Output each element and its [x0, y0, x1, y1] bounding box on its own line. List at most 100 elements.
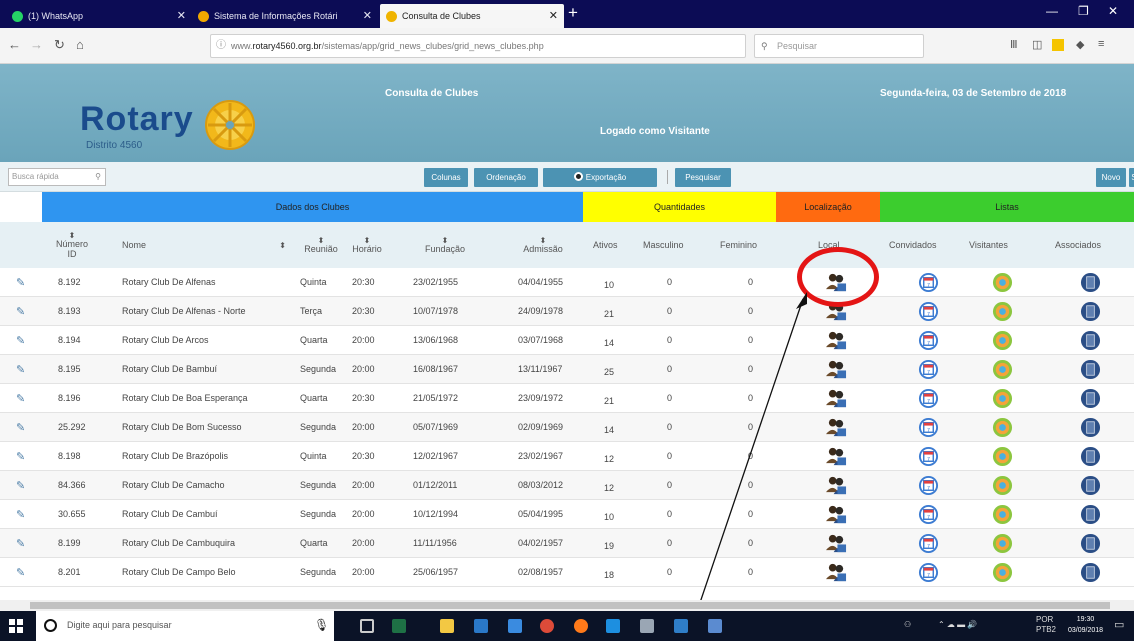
edit-icon[interactable]: ✎: [16, 305, 25, 318]
members-icon[interactable]: [1080, 388, 1101, 409]
col-number[interactable]: ⬍ Número ID: [52, 222, 92, 268]
forward-icon[interactable]: →: [30, 37, 43, 52]
photos-icon[interactable]: [508, 619, 522, 633]
location-icon[interactable]: [826, 417, 847, 438]
edit-icon[interactable]: ✎: [16, 450, 25, 463]
members-icon[interactable]: [1080, 272, 1101, 293]
table-row[interactable]: ✎ 8.194 Rotary Club De Arcos Quarta 20:00 13/…: [0, 326, 1134, 355]
edit-icon[interactable]: ✎: [16, 566, 25, 579]
tab-consulta-de-clubes[interactable]: Consulta de Clubes ✕: [380, 4, 564, 28]
excel-icon[interactable]: [392, 619, 406, 633]
members-icon[interactable]: [1080, 504, 1101, 525]
taskbar-search-input[interactable]: Digite aqui para pesquisar 🎙: [36, 611, 334, 641]
taskbar-clock[interactable]: 19:30 03/09/2018: [1068, 614, 1103, 636]
location-icon[interactable]: [826, 562, 847, 583]
location-icon[interactable]: [826, 388, 847, 409]
table-row[interactable]: ✎ 84.366 Rotary Club De Camacho Segunda 20:0…: [0, 471, 1134, 500]
horizontal-scrollbar[interactable]: [0, 600, 1134, 611]
col-time[interactable]: ⬍ Horário: [350, 222, 384, 268]
guests-calendar-icon[interactable]: 7: [918, 417, 939, 438]
edit-icon[interactable]: ✎: [16, 276, 25, 289]
table-row[interactable]: ✎ 25.292 Rotary Club De Bom Sucesso Segunda…: [0, 413, 1134, 442]
visitors-icon[interactable]: [992, 504, 1013, 525]
table-row[interactable]: ✎ 8.193 Rotary Club De Alfenas - Norte Terç…: [0, 297, 1134, 326]
edit-icon[interactable]: ✎: [16, 421, 25, 434]
edit-icon[interactable]: ✎: [16, 363, 25, 376]
reload-icon[interactable]: ↻: [54, 37, 65, 53]
table-row[interactable]: ✎ 30.655 Rotary Club De Cambuí Segunda 20:00…: [0, 500, 1134, 529]
pocket-icon[interactable]: ◆: [1076, 38, 1084, 51]
location-icon[interactable]: [826, 504, 847, 525]
menu-icon[interactable]: ≡: [1098, 38, 1104, 50]
close-icon[interactable]: ✕: [549, 9, 558, 22]
edit-icon[interactable]: ✎: [16, 537, 25, 550]
location-icon[interactable]: [826, 533, 847, 554]
visitors-icon[interactable]: [992, 446, 1013, 467]
home-icon[interactable]: ⌂: [76, 37, 84, 52]
edit-icon[interactable]: ✎: [16, 334, 25, 347]
chrome-icon[interactable]: [540, 619, 554, 633]
back-icon[interactable]: ←: [8, 37, 21, 52]
tab-sistema[interactable]: Sistema de Informações Rotári ✕: [192, 4, 378, 28]
tab-whatsapp[interactable]: (1) WhatsApp ✕: [6, 4, 192, 28]
language-indicator[interactable]: POR PTB2: [1036, 615, 1056, 635]
columns-button[interactable]: Colunas: [424, 168, 468, 187]
members-icon[interactable]: [1080, 475, 1101, 496]
firefox-icon[interactable]: [574, 619, 588, 633]
extra-button[interactable]: S: [1129, 168, 1134, 187]
maximize-icon[interactable]: ❐: [1078, 4, 1089, 18]
visitors-icon[interactable]: [992, 272, 1013, 293]
extension-icon[interactable]: [1052, 39, 1064, 51]
col-founded[interactable]: ⬍ Fundação: [412, 222, 478, 268]
microphone-icon[interactable]: 🎙: [314, 618, 329, 632]
table-row[interactable]: ✎ 8.195 Rotary Club De Bambuí Segunda 20:00 1…: [0, 355, 1134, 384]
app-icon[interactable]: [674, 619, 688, 633]
guests-calendar-icon[interactable]: 7: [918, 301, 939, 322]
visitors-icon[interactable]: [992, 533, 1013, 554]
ordering-button[interactable]: Ordenação: [474, 168, 538, 187]
guests-calendar-icon[interactable]: 7: [918, 475, 939, 496]
notification-icon[interactable]: ▭: [1114, 618, 1124, 631]
members-icon[interactable]: [1080, 301, 1101, 322]
windows-start-icon[interactable]: [9, 619, 23, 633]
people-icon[interactable]: ⚇: [904, 620, 911, 629]
edit-icon[interactable]: ✎: [16, 508, 25, 521]
sidebar-icon[interactable]: ◫: [1032, 38, 1042, 51]
members-icon[interactable]: [1080, 417, 1101, 438]
members-icon[interactable]: [1080, 330, 1101, 351]
col-admitted[interactable]: ⬍ Admissão: [516, 222, 570, 268]
guests-calendar-icon[interactable]: 7: [918, 562, 939, 583]
location-icon[interactable]: [826, 446, 847, 467]
guests-calendar-icon[interactable]: 7: [918, 330, 939, 351]
guests-calendar-icon[interactable]: 7: [918, 272, 939, 293]
location-icon[interactable]: [826, 475, 847, 496]
visitors-icon[interactable]: [992, 417, 1013, 438]
app-icon[interactable]: [708, 619, 722, 633]
close-icon[interactable]: ✕: [177, 9, 186, 22]
store-icon[interactable]: [474, 619, 488, 633]
table-row[interactable]: ✎ 8.199 Rotary Club De Cambuquira Quarta 20:…: [0, 529, 1134, 558]
table-row[interactable]: ✎ 8.198 Rotary Club De Brazópolis Quinta 20:…: [0, 442, 1134, 471]
members-icon[interactable]: [1080, 446, 1101, 467]
browser-search-input[interactable]: ⚲ Pesquisar: [754, 34, 924, 58]
new-button[interactable]: Novo: [1096, 168, 1126, 187]
location-icon[interactable]: [826, 330, 847, 351]
edit-icon[interactable]: ✎: [16, 479, 25, 492]
edge-icon[interactable]: [606, 619, 620, 633]
guests-calendar-icon[interactable]: 7: [918, 359, 939, 380]
visitors-icon[interactable]: [992, 301, 1013, 322]
table-row[interactable]: ✎ 8.196 Rotary Club De Boa Esperança Quarta…: [0, 384, 1134, 413]
col-name[interactable]: Nome ⬍: [122, 222, 286, 268]
guests-calendar-icon[interactable]: 7: [918, 533, 939, 554]
tray-icons[interactable]: ⌃ ☁ ▬ 🔊: [938, 620, 977, 629]
table-row[interactable]: ✎ 8.201 Rotary Club De Campo Belo Segunda 20…: [0, 558, 1134, 587]
guests-calendar-icon[interactable]: 7: [918, 446, 939, 467]
table-row[interactable]: ✎ 8.192 Rotary Club De Alfenas Quinta 20:30 2…: [0, 268, 1134, 297]
quick-search-input[interactable]: Busca rápida ⚲: [8, 168, 106, 186]
export-button[interactable]: Exportação: [543, 168, 657, 187]
close-window-icon[interactable]: ✕: [1108, 4, 1118, 18]
visitors-icon[interactable]: [992, 388, 1013, 409]
scroll-thumb[interactable]: [30, 602, 1110, 609]
col-meeting[interactable]: ⬍ Reunião: [300, 222, 342, 268]
guests-calendar-icon[interactable]: 7: [918, 504, 939, 525]
